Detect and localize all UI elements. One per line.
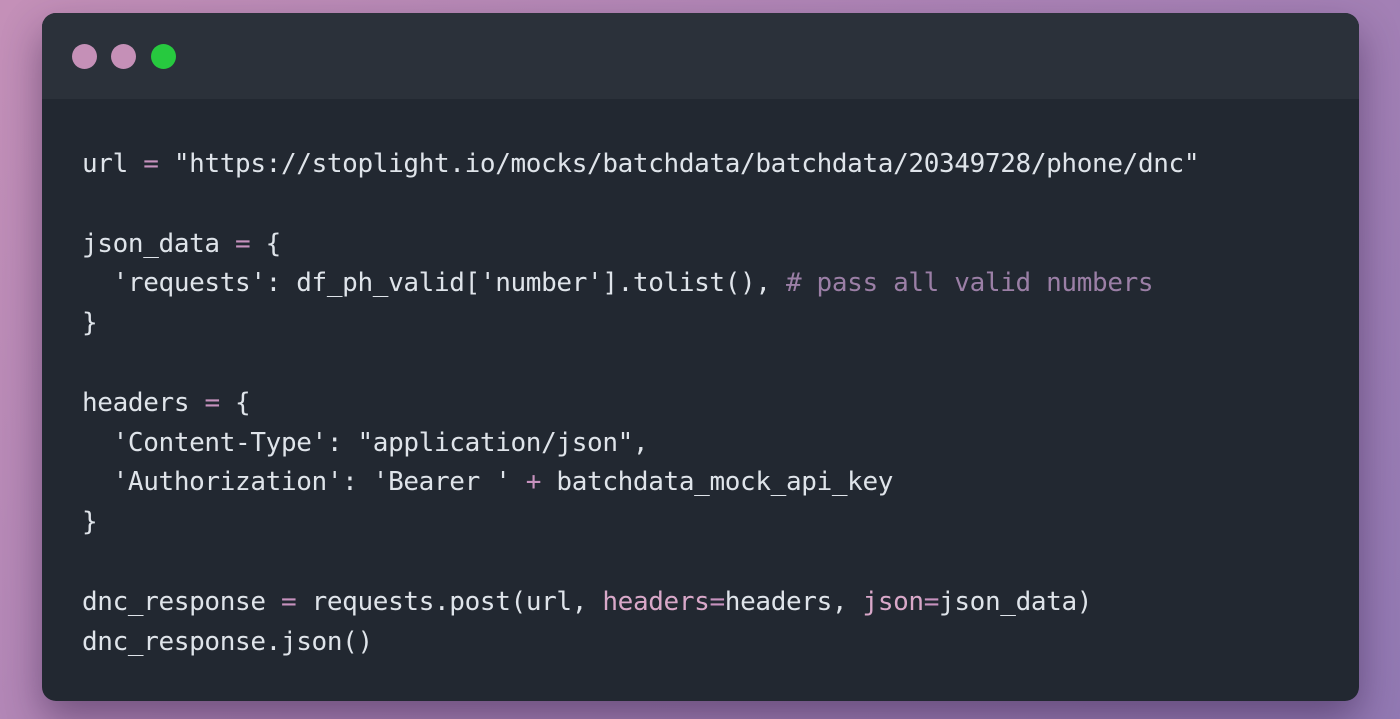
code-window: url = "https://stoplight.io/mocks/batchd… bbox=[42, 13, 1359, 701]
code-line-json-data: json_data = { bbox=[82, 228, 281, 259]
code-line-url: url = "https://stoplight.io/mocks/batchd… bbox=[82, 149, 1200, 179]
code-line-requests: 'requests': df_ph_valid['number'].tolist… bbox=[82, 268, 1154, 299]
code-line-close-brace: } bbox=[82, 308, 98, 339]
code-line-json-call: dnc_response.json() bbox=[82, 626, 373, 657]
code-line-content-type: 'Content-Type': "application/json", bbox=[82, 427, 649, 458]
close-dot-icon[interactable] bbox=[72, 44, 97, 69]
code-line-post: dnc_response = requests.post(url, header… bbox=[82, 586, 1093, 617]
code-line-close-brace: } bbox=[82, 507, 98, 538]
window-titlebar bbox=[42, 13, 1359, 99]
maximize-dot-icon[interactable] bbox=[151, 44, 176, 69]
code-line-headers: headers = { bbox=[82, 387, 251, 418]
code-comment: # pass all valid numbers bbox=[785, 268, 1154, 299]
code-block: url = "https://stoplight.io/mocks/batchd… bbox=[82, 145, 1200, 662]
code-line-authorization: 'Authorization': 'Bearer ' + batchdata_m… bbox=[82, 467, 894, 498]
minimize-dot-icon[interactable] bbox=[111, 44, 136, 69]
